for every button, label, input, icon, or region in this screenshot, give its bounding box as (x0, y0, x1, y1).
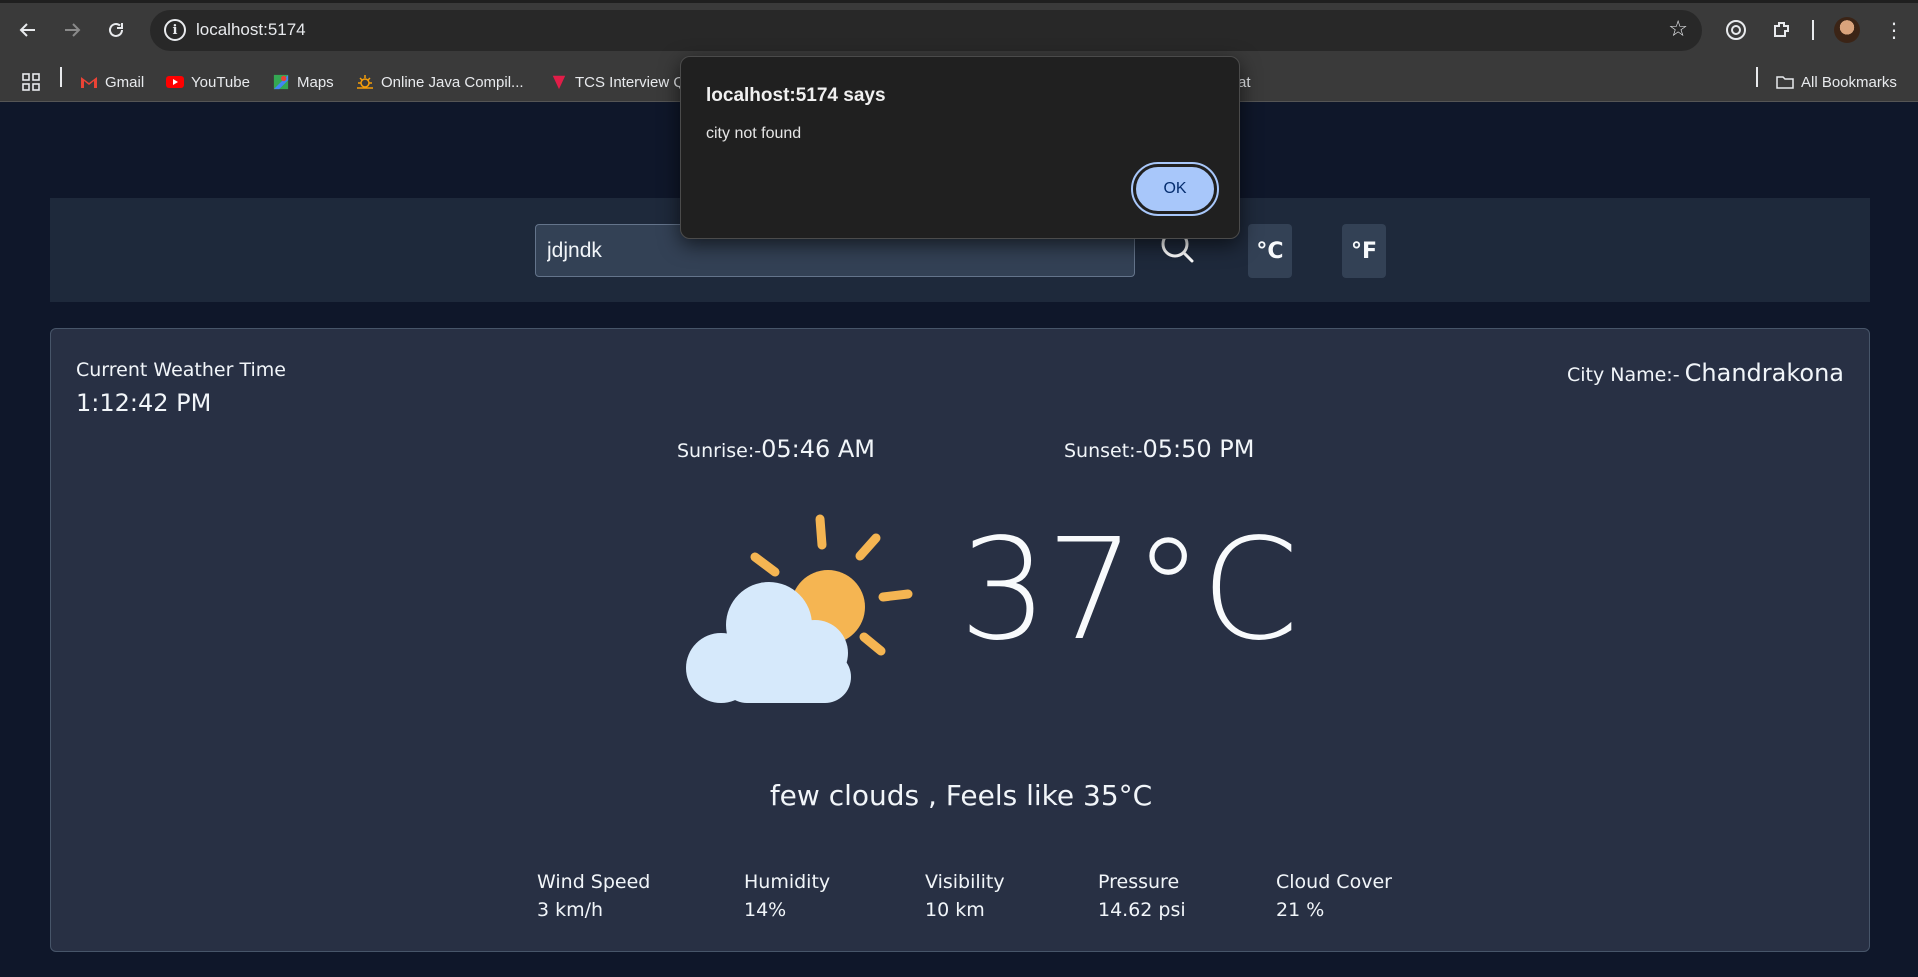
stat-visibility: Visibility 10 km (925, 871, 1005, 921)
bookmark-maps[interactable]: Maps (272, 71, 334, 93)
youtube-icon (166, 76, 184, 88)
weather-description: few clouds , Feels like 35°C (769, 779, 1153, 812)
menu-kebab-icon[interactable]: ⋮ (1880, 16, 1908, 44)
stat-pressure: Pressure 14.62 psi (1098, 871, 1186, 921)
bookmark-online-java-compiler[interactable]: Online Java Compil... (356, 71, 524, 93)
browser-toolbar: i localhost:5174 ☆ ⋮ (0, 0, 1918, 61)
current-time-label: Current Weather Time (76, 359, 286, 381)
maps-icon (273, 74, 289, 90)
celsius-button[interactable]: °C (1248, 224, 1292, 278)
weather-card: Current Weather Time 1:12:42 PM City Nam… (50, 328, 1870, 952)
google-lens-icon[interactable] (1722, 16, 1750, 44)
alert-message: city not found (706, 125, 802, 142)
alert-ok-button[interactable]: OK (1131, 162, 1219, 216)
current-time-value: 1:12:42 PM (76, 389, 212, 417)
tab-strip (0, 0, 1918, 3)
stat-cloud-cover: Cloud Cover 21 % (1276, 871, 1392, 921)
folder-icon (1776, 76, 1794, 89)
forward-icon[interactable] (58, 16, 86, 44)
fahrenheit-button[interactable]: °F (1342, 224, 1386, 278)
alert-title: localhost:5174 says (706, 85, 886, 106)
url-text: localhost:5174 (196, 20, 306, 39)
bookmark-star-icon[interactable]: ☆ (1668, 17, 1688, 42)
bookmark-tcs-interview[interactable]: TCS Interview Q (550, 71, 685, 93)
sunrise-value: 05:46 AM (761, 435, 876, 463)
temperature-value: 37°C (959, 509, 1299, 672)
all-bookmarks-button[interactable]: All Bookmarks (1776, 71, 1897, 93)
sunset-value: 05:50 PM (1142, 435, 1255, 463)
city-name: City Name:- Chandrakona (1566, 359, 1844, 387)
bookmarks-divider (1756, 67, 1758, 87)
sunrise: Sunrise:-05:46 AM (677, 435, 876, 463)
sunset: Sunset:-05:50 PM (1064, 435, 1255, 463)
bookmark-youtube[interactable]: YouTube (166, 71, 250, 93)
bookmark-gmail[interactable]: Gmail (80, 71, 144, 93)
site-info-icon[interactable]: i (164, 19, 186, 41)
address-bar[interactable]: i localhost:5174 ☆ (150, 10, 1702, 51)
tcs-icon (552, 75, 566, 90)
alert-dialog: localhost:5174 says city not found OK (680, 56, 1240, 239)
bookmarks-divider (60, 67, 62, 87)
stat-wind-speed: Wind Speed 3 km/h (537, 871, 651, 921)
profile-avatar[interactable] (1834, 17, 1860, 43)
reload-icon[interactable] (102, 16, 130, 44)
back-icon[interactable] (14, 16, 42, 44)
extensions-icon[interactable] (1768, 16, 1796, 44)
stat-humidity: Humidity 14% (744, 871, 831, 921)
partly-cloudy-icon (686, 514, 913, 703)
gmail-icon (81, 77, 97, 88)
compiler-icon (357, 75, 373, 89)
apps-grid-icon[interactable] (22, 71, 40, 93)
toolbar-divider (1812, 20, 1814, 40)
city-name-value: Chandrakona (1684, 359, 1844, 387)
